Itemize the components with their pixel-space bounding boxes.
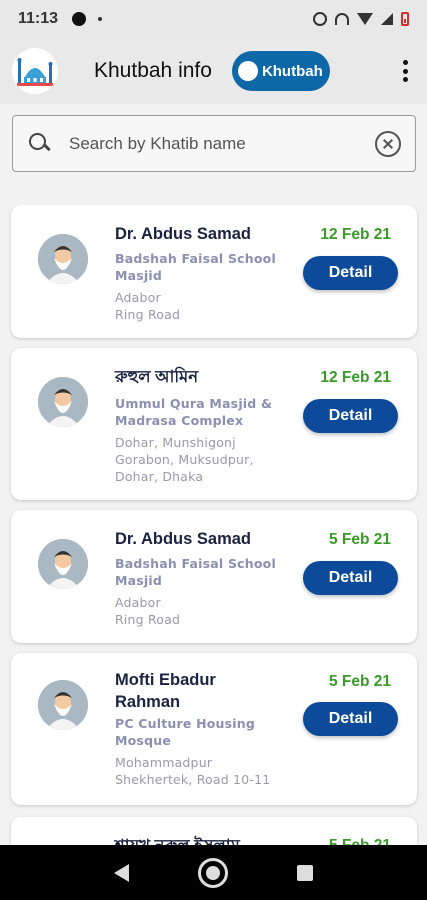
masjid-name: Badshah Faisal School Masjid (115, 556, 276, 588)
khatib-name: রুহুল আমিন (115, 368, 199, 386)
search-input[interactable] (69, 133, 375, 154)
detail-button[interactable]: Detail (303, 256, 398, 290)
khatib-avatar-icon (38, 234, 88, 284)
khatib-avatar-icon (38, 680, 88, 730)
khatib-name: Dr. Abdus Samad (115, 225, 252, 243)
khatib-avatar-icon (38, 539, 88, 589)
search-icon (27, 131, 53, 157)
masjid-name: PC Culture Housing Mosque (115, 716, 256, 748)
headset-icon (335, 13, 349, 25)
khutbah-card[interactable]: রুহুল আমিন Ummul Qura Masjid & Madrasa C… (11, 348, 417, 500)
khutbah-card[interactable]: Dr. Abdus Samad Badshah Faisal School Ma… (11, 510, 417, 643)
system-nav-bar (0, 845, 427, 900)
khutbah-toggle[interactable]: Khutbah (231, 51, 330, 91)
masjid-address: Dohar, Munshigonj Gorabon, Muksudpur, Do… (115, 435, 254, 484)
status-time: 11:13 (18, 10, 59, 27)
detail-button[interactable]: Detail (303, 702, 398, 736)
masjid-address: Mohammadpur Shekhertek, Road 10-11 (115, 755, 271, 787)
search-bar (12, 115, 416, 172)
mosque-logo-icon (12, 48, 58, 94)
masjid-address: Adabor Ring Road (115, 595, 181, 627)
khatib-name: Dr. Abdus Samad (115, 530, 252, 548)
khutbah-card[interactable]: Dr. Abdus Samad Badshah Faisal School Ma… (11, 205, 417, 338)
battery-icon (401, 12, 409, 26)
khutbah-card[interactable]: Mofti Ebadur Rahman PC Culture Housing M… (11, 653, 417, 805)
khutbah-date: 5 Feb 21 (328, 673, 391, 690)
toggle-label: Khutbah (261, 62, 323, 80)
more-options-icon[interactable] (395, 57, 415, 85)
home-icon[interactable] (197, 857, 228, 888)
wifi-icon (357, 13, 373, 25)
khutbah-list[interactable]: Dr. Abdus Samad Badshah Faisal School Ma… (0, 205, 427, 845)
khutbah-date: 5 Feb 21 (329, 837, 391, 845)
khutbah-date: 12 Feb 21 (320, 226, 391, 243)
khutbah-card[interactable]: শায়খ নুরুল ইসলাম 5 Feb 21 (11, 817, 417, 845)
khutbah-date: 5 Feb 21 (328, 531, 391, 548)
clear-search-icon[interactable] (375, 130, 401, 157)
masjid-name: Badshah Faisal School Masjid (115, 251, 276, 283)
khatib-avatar-icon (38, 377, 88, 427)
alarm-icon (313, 12, 327, 26)
back-icon[interactable] (114, 863, 130, 882)
khatib-name: Mofti Ebadur Rahman (115, 671, 216, 711)
masjid-address: Adabor Ring Road (115, 290, 181, 322)
notification-dot-icon (72, 12, 87, 26)
status-icons (313, 12, 409, 26)
app-bar: Khutbah info Khutbah (0, 38, 427, 104)
detail-button[interactable]: Detail (303, 561, 398, 595)
recents-icon[interactable] (296, 864, 313, 881)
detail-button[interactable]: Detail (303, 399, 398, 433)
page-title: Khutbah info (94, 59, 212, 82)
status-bar: 11:13 (0, 0, 427, 38)
signal-icon (381, 13, 393, 25)
toggle-knob[interactable] (237, 61, 258, 81)
khatib-name: শায়খ নুরুল ইসলাম (115, 835, 295, 845)
masjid-name: Ummul Qura Masjid & Madrasa Complex (115, 396, 273, 428)
khutbah-date: 12 Feb 21 (320, 369, 391, 386)
more-notifications-icon (98, 17, 103, 21)
